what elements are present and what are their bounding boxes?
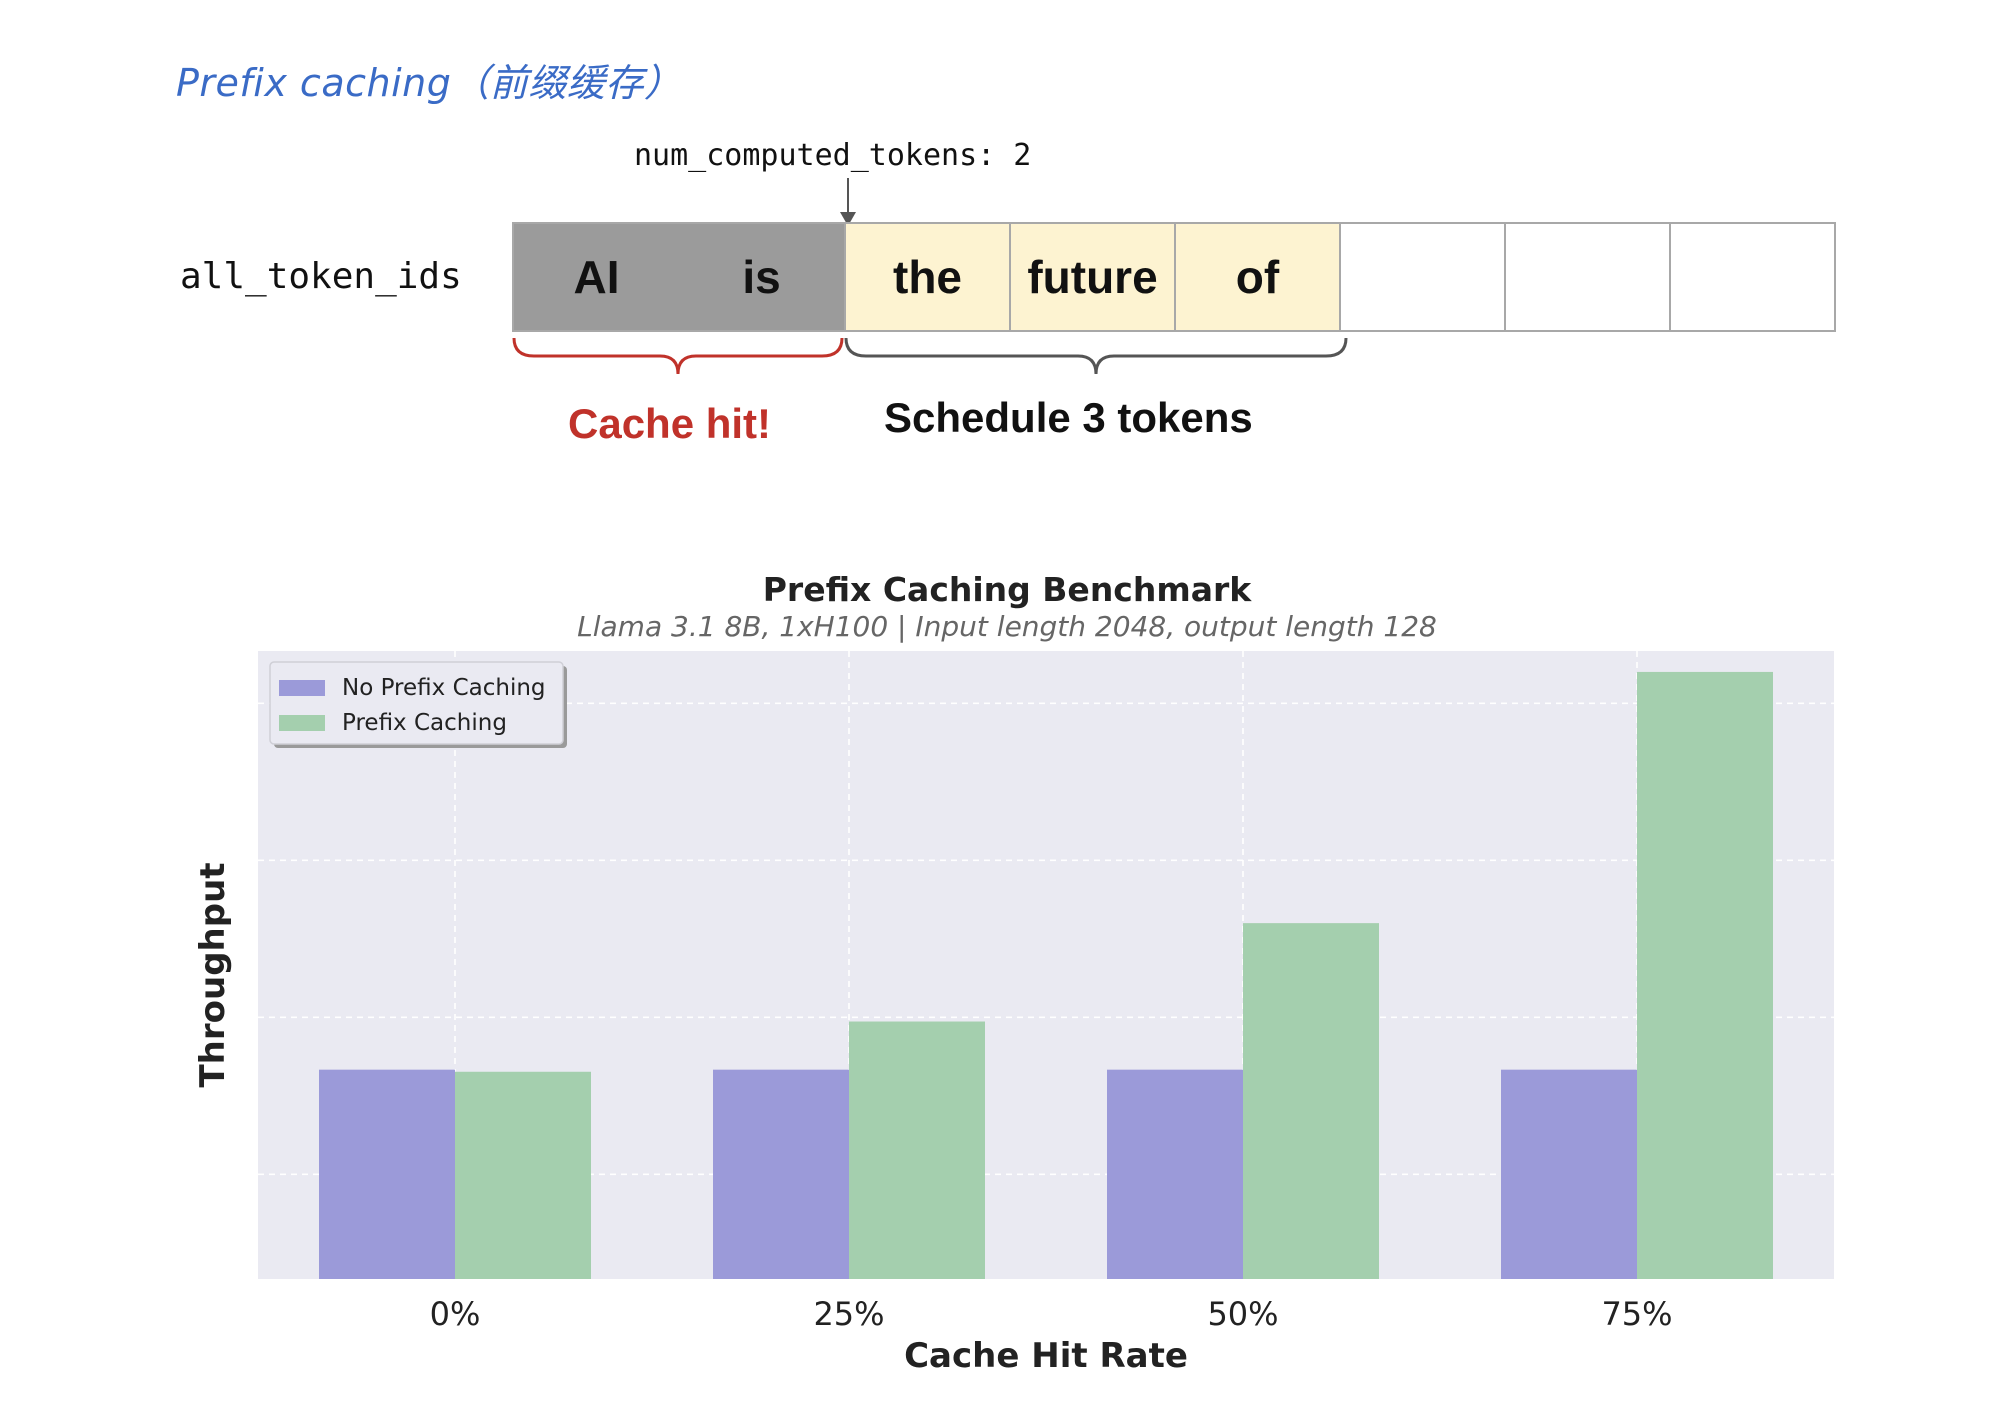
benchmark-chart: 0% 25% 50% 75% Cache Hit Rate Throughput No Pr… — [193, 651, 1834, 1376]
x-axis-label: Cache Hit Rate — [904, 1336, 1188, 1376]
x-tick-label: 50% — [1207, 1295, 1278, 1333]
bar-prefix-caching — [455, 1071, 591, 1279]
legend-entry-label: Prefix Caching — [342, 710, 507, 736]
legend-entry-label: No Prefix Caching — [342, 675, 546, 701]
bar-prefix-caching — [1243, 923, 1379, 1279]
x-tick-label: 25% — [813, 1295, 884, 1333]
bar-no-prefix-caching — [713, 1069, 849, 1279]
x-tick-label: 75% — [1601, 1295, 1672, 1333]
y-axis-label: Throughput — [193, 862, 233, 1087]
legend-swatch — [279, 680, 325, 696]
bar-prefix-caching — [849, 1021, 985, 1279]
bar-prefix-caching — [1637, 671, 1773, 1279]
legend-swatch — [279, 715, 325, 731]
bar-no-prefix-caching — [1107, 1069, 1243, 1279]
bar-no-prefix-caching — [1501, 1069, 1637, 1279]
x-tick-label: 0% — [430, 1295, 481, 1333]
bar-no-prefix-caching — [319, 1069, 455, 1279]
